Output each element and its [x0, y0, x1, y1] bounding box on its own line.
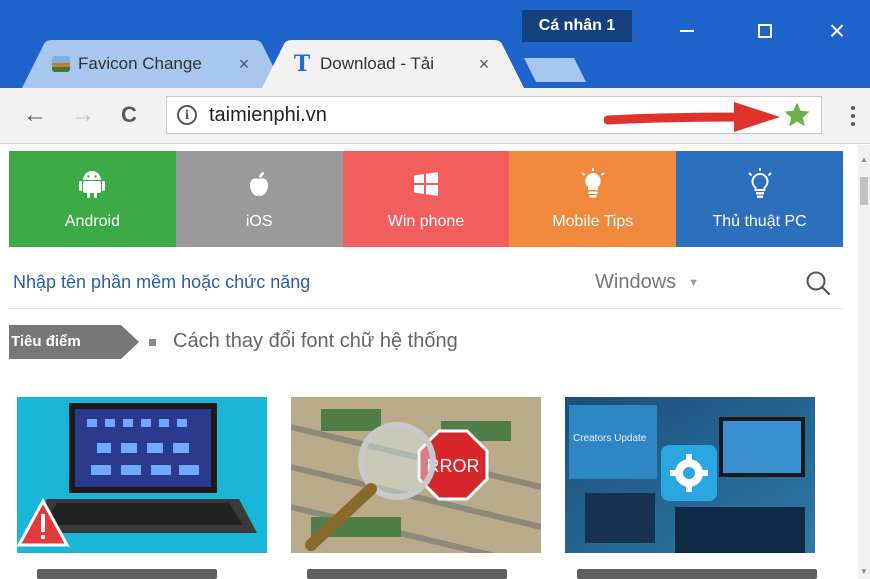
tab-title: Favicon Change — [78, 54, 202, 73]
headline-link[interactable]: Cách thay đổi font chữ hệ thống — [173, 330, 458, 353]
lightbulb-icon — [580, 167, 606, 201]
software-search: Windows ▼ — [9, 257, 843, 309]
close-tab-icon[interactable]: × — [234, 54, 254, 75]
android-icon — [79, 167, 106, 201]
menu-dot — [851, 114, 855, 118]
close-tab-icon[interactable]: × — [474, 54, 494, 75]
url-text[interactable]: taimienphi.vn — [209, 104, 327, 127]
windows-update-image: Creators Update — [565, 397, 815, 553]
article-thumbnail-laptop[interactable] — [17, 397, 267, 553]
close-icon: × — [828, 15, 846, 46]
article-thumbnail-error[interactable]: RROR — [291, 397, 541, 553]
new-tab-button[interactable] — [524, 58, 586, 82]
caption-cutoff — [577, 569, 817, 579]
tab-title: Download - Tải — [320, 54, 435, 73]
red-arrow-annotation — [604, 102, 780, 132]
scroll-down-arrow-icon[interactable]: ▼ — [858, 565, 870, 577]
minimize-button[interactable] — [658, 8, 716, 54]
scroll-up-arrow-icon[interactable]: ▲ — [858, 153, 870, 165]
category-mobile-tips[interactable]: Mobile Tips — [509, 151, 677, 247]
maximize-icon — [758, 24, 772, 38]
tab-content: T Download - Tải × — [292, 49, 494, 79]
browser-menu-button[interactable] — [838, 100, 868, 132]
info-icon[interactable]: i — [177, 105, 197, 125]
tab-content: Favicon Change × — [52, 49, 254, 79]
software-search-input[interactable] — [13, 267, 533, 297]
category-label: Android — [64, 213, 120, 230]
category-pc-tips[interactable]: Thủ thuật PC — [676, 151, 843, 247]
tab-favicon-changer[interactable]: Favicon Change × — [22, 40, 284, 88]
web-page: Android iOS Win phone Mobile Tips Thủ th… — [9, 145, 858, 579]
menu-dot — [851, 122, 855, 126]
chevron-down-icon: ▼ — [688, 276, 700, 289]
minimize-icon — [680, 30, 694, 32]
title-bar: Favicon Change × T Download - Tải × Cá n… — [0, 0, 870, 88]
platform-select-value: Windows — [595, 271, 677, 293]
platform-select[interactable]: Windows ▼ — [595, 271, 699, 294]
laptop-warning-image — [17, 397, 267, 553]
scrollbar-thumb[interactable] — [860, 177, 868, 205]
tab-download-taimienphi[interactable]: T Download - Tải × — [262, 40, 524, 88]
landscape-favicon-icon — [52, 56, 70, 72]
category-android[interactable]: Android — [9, 151, 176, 247]
search-icon[interactable] — [805, 270, 831, 296]
article-captions-cutoff — [9, 569, 843, 579]
category-label: Mobile Tips — [552, 213, 634, 230]
caption-cutoff — [307, 569, 507, 579]
t-logo-icon: T — [293, 51, 311, 77]
menu-dot — [851, 106, 855, 110]
category-label: iOS — [245, 213, 273, 230]
windows-icon — [413, 167, 438, 201]
focus-tag-label: Tiêu điểm — [11, 333, 81, 350]
category-label: Win phone — [387, 213, 465, 230]
category-nav: Android iOS Win phone Mobile Tips Thủ th… — [9, 151, 843, 247]
error-magnifier-image: RROR — [291, 397, 541, 553]
headline-ticker: Tiêu điểm Cách thay đổi font chữ hệ thốn… — [9, 321, 843, 361]
close-window-button[interactable]: × — [808, 8, 866, 54]
page-scrollbar[interactable]: ▲ ▼ — [858, 145, 870, 579]
article-thumbnail-windows-update[interactable]: Creators Update — [565, 397, 815, 553]
category-win-phone[interactable]: Win phone — [342, 151, 510, 247]
category-ios[interactable]: iOS — [175, 151, 343, 247]
bookmark-star-icon[interactable] — [782, 100, 812, 130]
focus-tag: Tiêu điểm — [9, 325, 141, 359]
reload-button[interactable]: C — [114, 100, 144, 130]
caption-cutoff — [37, 569, 217, 579]
idea-bulb-icon — [746, 167, 774, 201]
back-button[interactable]: ← — [20, 100, 50, 130]
bullet-icon — [149, 339, 156, 346]
apple-icon — [248, 167, 270, 201]
profile-button[interactable]: Cá nhân 1 — [522, 10, 632, 42]
forward-button[interactable]: → — [68, 100, 98, 130]
maximize-button[interactable] — [736, 8, 794, 54]
update-text: Creators Update — [573, 433, 647, 444]
category-label: Thủ thuật PC — [712, 213, 807, 230]
